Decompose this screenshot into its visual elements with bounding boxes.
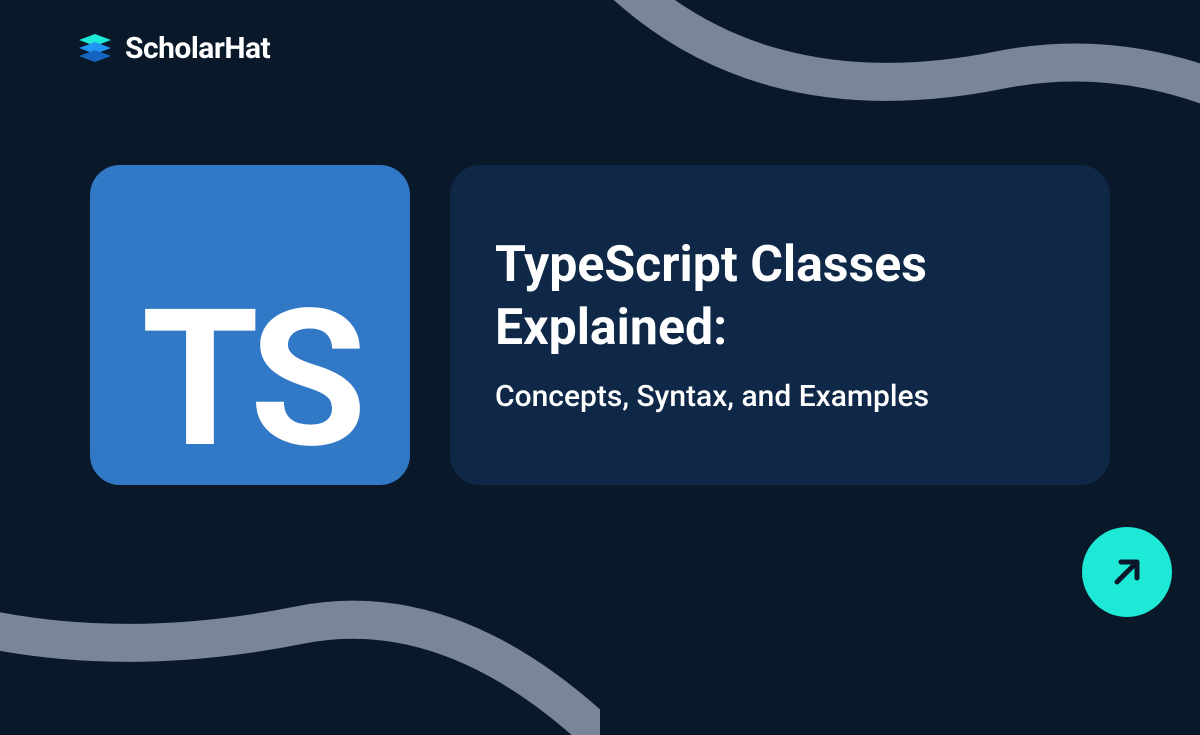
arrow-up-right-icon <box>1105 550 1149 594</box>
typescript-abbreviation: TS <box>141 285 358 475</box>
decorative-swoosh-top <box>550 0 1200 180</box>
scholarhat-icon <box>75 28 115 68</box>
article-subtitle: Concepts, Syntax, and Examples <box>495 377 1065 416</box>
typescript-logo-badge: TS <box>90 165 410 485</box>
arrow-link-button[interactable] <box>1082 527 1172 617</box>
decorative-swoosh-bottom <box>0 535 600 735</box>
article-title: TypeScript Classes Explained: <box>495 234 1065 359</box>
brand-name: ScholarHat <box>125 31 270 66</box>
brand-logo: ScholarHat <box>75 28 270 68</box>
title-card: TypeScript Classes Explained: Concepts, … <box>450 165 1110 485</box>
